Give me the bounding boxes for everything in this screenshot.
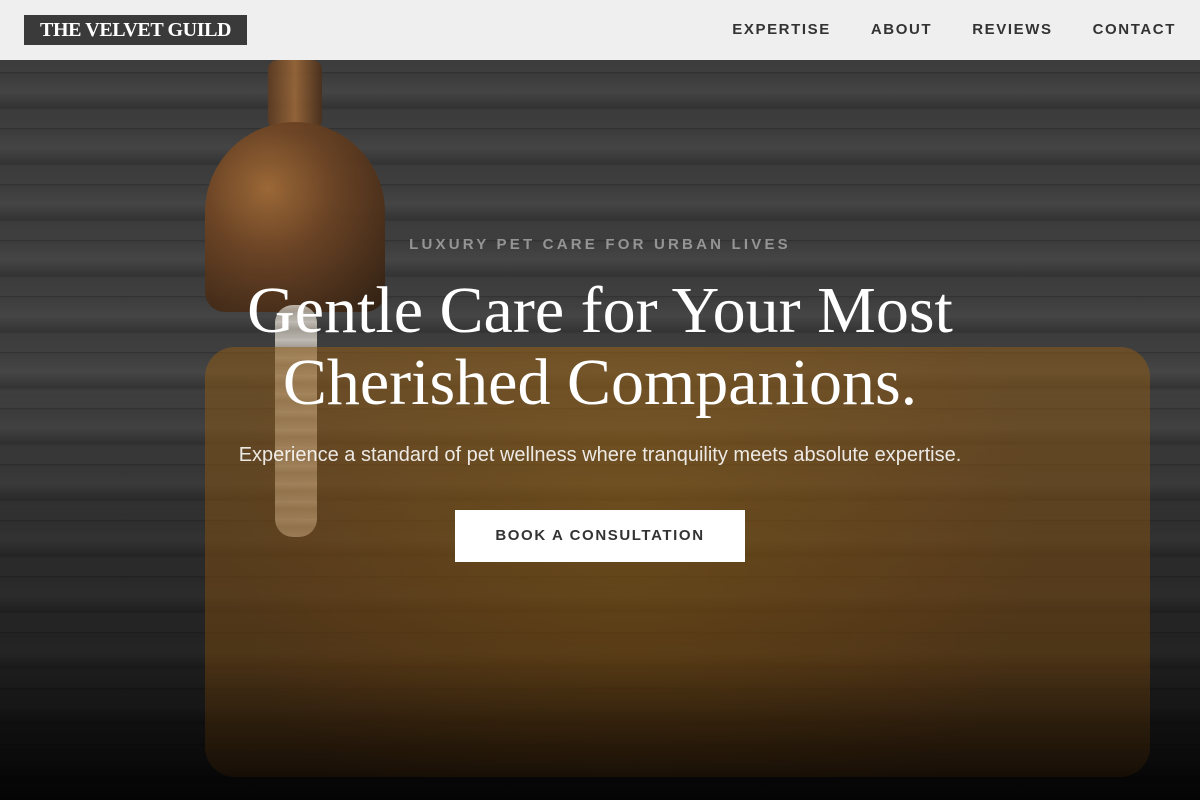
hero-title-line-1: Gentle Care for Your Most bbox=[247, 274, 953, 347]
hero-title: Gentle Care for Your Most Cherished Comp… bbox=[0, 275, 1200, 419]
nav-link-reviews[interactable]: REVIEWS bbox=[972, 18, 1052, 42]
hero-content: LUXURY PET CARE FOR URBAN LIVES Gentle C… bbox=[0, 236, 1200, 562]
book-consultation-button[interactable]: BOOK A CONSULTATION bbox=[455, 510, 745, 562]
nav-link-contact[interactable]: CONTACT bbox=[1093, 18, 1176, 42]
site-logo[interactable]: THE VELVET GUILD bbox=[24, 15, 248, 45]
hero-subtitle: Experience a standard of pet wellness wh… bbox=[238, 444, 962, 466]
hero-eyebrow: LUXURY PET CARE FOR URBAN LIVES bbox=[409, 236, 791, 253]
nav-link-expertise[interactable]: EXPERTISE bbox=[732, 18, 831, 42]
hero-title-line-2: Cherished Companions. bbox=[282, 346, 918, 419]
page: THE VELVET GUILD EXPERTISE ABOUT REVIEWS… bbox=[0, 0, 1200, 800]
main-navigation: EXPERTISE ABOUT REVIEWS CONTACT bbox=[732, 18, 1176, 42]
hero-section: LUXURY PET CARE FOR URBAN LIVES Gentle C… bbox=[0, 60, 1200, 800]
bell-hook-graphic bbox=[268, 60, 322, 130]
nav-link-about[interactable]: ABOUT bbox=[871, 18, 932, 42]
site-header: THE VELVET GUILD EXPERTISE ABOUT REVIEWS… bbox=[0, 0, 1200, 60]
